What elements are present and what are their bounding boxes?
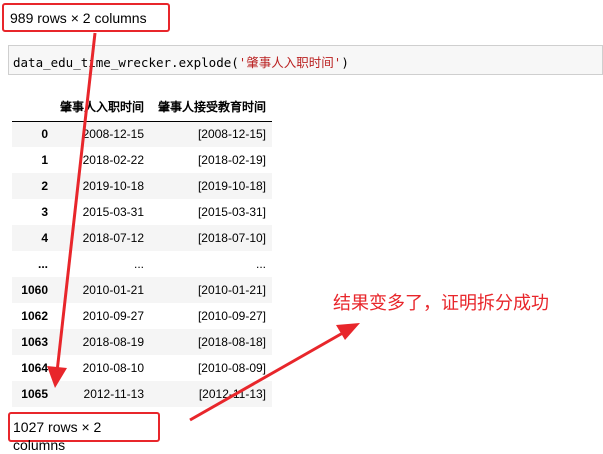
row-index: 1	[41, 153, 48, 167]
cell-education-time: [2010-09-27]	[197, 309, 267, 323]
table-row: 2 2019-10-18 [2019-10-18]	[12, 173, 273, 199]
cell-hire-time: 2010-01-21	[82, 283, 145, 297]
column-header-hire-time: 肇事人入职时间	[54, 93, 151, 122]
table-row: 0 2008-12-15 [2008-12-15]	[12, 121, 273, 147]
cell-hire-time: 2010-09-27	[82, 309, 145, 323]
cell-education-time: [2018-07-10]	[197, 231, 267, 245]
cell-education-time: [2015-03-31]	[197, 205, 267, 219]
cell-education-time: [2012-11-13]	[198, 387, 267, 401]
code-string-arg: '肇事人入职时间'	[238, 55, 342, 70]
row-count-summary-after: 1027 rows × 2 columns	[8, 412, 160, 453]
row-index: ...	[37, 257, 48, 271]
cell-education-time: [2010-08-09]	[197, 361, 267, 375]
row-index: 1062	[21, 309, 48, 323]
table-header-row: 肇事人入职时间 肇事人接受教育时间	[12, 93, 273, 122]
cell-education-time: [2018-02-19]	[197, 153, 267, 167]
row-index: 3	[41, 205, 48, 219]
cell-hire-time: 2015-03-31	[82, 205, 145, 219]
row-index: 1060	[21, 283, 48, 297]
row-index: 2	[41, 179, 48, 193]
cell-hire-time: 2018-07-12	[82, 231, 145, 245]
row-index: 1065	[21, 387, 48, 401]
row-count-summary-before: 989 rows × 2 columns	[2, 3, 170, 32]
cell-education-time: [2010-01-21]	[197, 283, 267, 297]
cell-education-time: [2018-08-18]	[197, 335, 267, 349]
cell-hire-time: 2018-02-22	[82, 153, 145, 167]
table-row: 1060 2010-01-21 [2010-01-21]	[12, 277, 273, 303]
cell-hire-time: 2019-10-18	[82, 179, 145, 193]
annotation-text: 结果变多了，证明拆分成功	[333, 293, 549, 313]
table-row: 1064 2010-08-10 [2010-08-09]	[12, 355, 272, 381]
table-row: 1062 2010-09-27 [2010-09-27]	[12, 303, 272, 329]
table-row: 1 2018-02-22 [2018-02-19]	[12, 147, 272, 173]
cell-hire-time: 2012-11-13	[83, 387, 145, 401]
table-row: 1065 2012-11-13 [2012-11-13]	[12, 381, 273, 407]
row-index: 0	[41, 127, 48, 142]
cell-education-time: [2019-10-18]	[197, 179, 267, 193]
cell-hire-time: 2018-08-19	[82, 335, 145, 349]
code-suffix: )	[341, 55, 349, 70]
column-header-education-time: 肇事人接受教育时间	[150, 93, 273, 122]
cell-hire-time: ...	[134, 257, 145, 271]
table-row: 3 2015-03-31 [2015-03-31]	[12, 199, 272, 225]
table-row-ellipsis: .........	[12, 251, 272, 277]
code-cell[interactable]: data_edu_time_wrecker.explode('肇事人入职时间')	[8, 45, 603, 75]
row-index: 1064	[21, 361, 48, 375]
index-header	[12, 93, 54, 122]
cell-hire-time: 2010-08-10	[82, 361, 145, 375]
cell-education-time: ...	[256, 257, 267, 271]
code-prefix: data_edu_time_wrecker.explode(	[13, 55, 239, 70]
row-index: 1063	[21, 335, 48, 349]
cell-education-time: [2008-12-15]	[197, 127, 267, 142]
table-row: 4 2018-07-12 [2018-07-10]	[12, 225, 273, 251]
table-row: 1063 2018-08-19 [2018-08-18]	[12, 329, 273, 355]
cell-hire-time: 2008-12-15	[82, 127, 145, 142]
row-index: 4	[41, 231, 48, 245]
dataframe-table: 肇事人入职时间 肇事人接受教育时间 0 2008-12-15 [2008-12-15…	[12, 93, 273, 407]
